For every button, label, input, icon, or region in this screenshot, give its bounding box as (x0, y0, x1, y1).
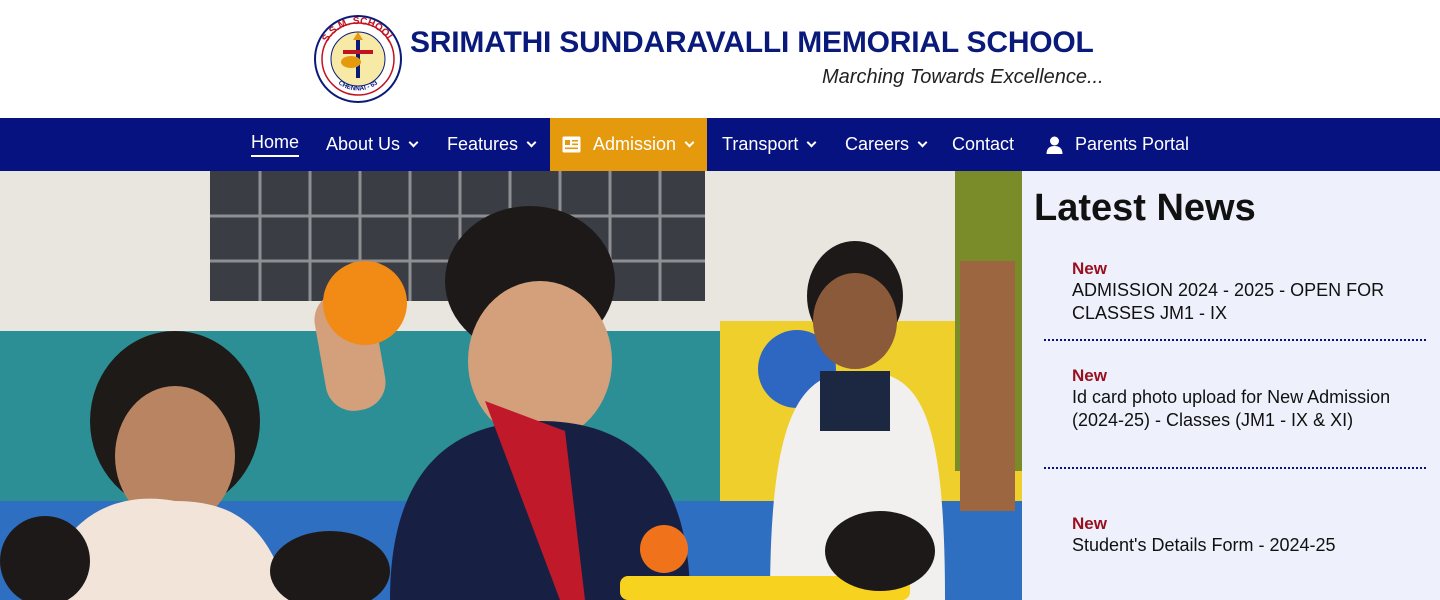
id-card-icon (562, 136, 581, 153)
nav-careers[interactable]: Careers (845, 118, 928, 171)
nav-home-label: Home (251, 132, 300, 157)
nav-home[interactable]: Home (251, 118, 300, 171)
nav-about-us-label: About Us (326, 134, 401, 154)
nav-contact[interactable]: Contact (952, 118, 1014, 171)
news-new-badge: New (1072, 514, 1107, 533)
chevron-down-icon (684, 137, 695, 147)
main-nav: Home About Us Features Admission Transpo… (0, 118, 1440, 171)
chevron-down-icon (806, 137, 817, 147)
nav-features[interactable]: Features (447, 118, 537, 171)
site-header: S.S.M. SCHOOL CHENNAI - 63 SRIMATHI SUND… (0, 0, 1440, 118)
school-tagline: Marching Towards Excellence... (822, 66, 1104, 88)
chevron-down-icon (917, 137, 928, 147)
news-item[interactable]: New Id card photo upload for New Admissi… (1072, 366, 1402, 431)
chevron-down-icon (526, 137, 537, 147)
hero-image (0, 171, 1022, 600)
news-item-text[interactable]: Id card photo upload for New Admission (… (1072, 386, 1402, 431)
nav-admission-label: Admission (593, 134, 677, 154)
user-icon (1046, 136, 1063, 154)
nav-parents-portal-label: Parents Portal (1075, 134, 1190, 154)
nav-about-us[interactable]: About Us (326, 118, 419, 171)
news-item-text[interactable]: Student's Details Form - 2024-25 (1072, 534, 1402, 557)
school-logo[interactable]: S.S.M. SCHOOL CHENNAI - 63 (311, 14, 405, 104)
chevron-down-icon (408, 137, 419, 147)
nav-features-label: Features (447, 134, 519, 154)
nav-parents-portal[interactable]: Parents Portal (1046, 118, 1189, 171)
news-divider (1044, 339, 1426, 341)
latest-news-title: Latest News (1034, 187, 1256, 229)
news-item-text[interactable]: ADMISSION 2024 - 2025 - OPEN FOR CLASSES… (1072, 279, 1402, 324)
nav-contact-label: Contact (952, 134, 1015, 154)
news-item[interactable]: New ADMISSION 2024 - 2025 - OPEN FOR CLA… (1072, 259, 1402, 324)
news-new-badge: New (1072, 259, 1107, 278)
news-item[interactable]: New Student's Details Form - 2024-25 (1072, 514, 1402, 557)
nav-transport[interactable]: Transport (722, 118, 817, 171)
nav-careers-label: Careers (845, 134, 910, 154)
latest-news-panel: Latest News New ADMISSION 2024 - 2025 - … (1022, 171, 1440, 600)
nav-transport-label: Transport (722, 134, 799, 154)
nav-admission[interactable]: Admission (550, 118, 707, 171)
news-divider (1044, 467, 1426, 469)
school-name[interactable]: SRIMATHI SUNDARAVALLI MEMORIAL SCHOOL (410, 26, 1094, 60)
news-new-badge: New (1072, 366, 1107, 385)
